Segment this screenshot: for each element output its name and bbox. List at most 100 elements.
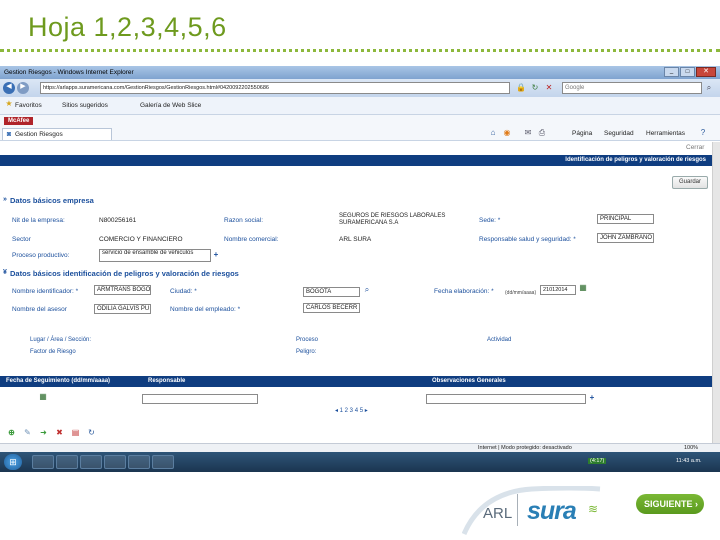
grid-pager[interactable]: ◂ 1 2 3 4 5 ▸: [335, 407, 368, 414]
section2-title: Datos básicos identificación de peligros…: [10, 269, 239, 278]
search-icon[interactable]: ⌕: [704, 83, 714, 93]
grid-add-icon[interactable]: +: [588, 393, 596, 403]
minimize-icon[interactable]: _: [664, 67, 679, 77]
status-bar: Internet | Modo protegido: desactivado 1…: [0, 443, 720, 452]
grid-col-responsable: Responsable: [148, 378, 186, 384]
delete-icon[interactable]: ✖: [54, 428, 65, 439]
menu-pagina[interactable]: Página: [572, 130, 592, 137]
menu-seguridad[interactable]: Seguridad: [604, 130, 634, 137]
ciudad-label: Ciudad: *: [170, 288, 197, 295]
favorites-link[interactable]: Favoritos: [15, 102, 42, 109]
sector-value: COMERCIO Y FINANCIERO: [99, 236, 183, 243]
stop-icon[interactable]: ✕: [544, 83, 554, 93]
windows-taskbar: ⊞ (4:17) 11:43 a.m.: [0, 452, 720, 472]
ciudad-search-icon[interactable]: ⌕: [362, 285, 372, 295]
slide-title: Hoja 1,2,3,4,5,6: [28, 12, 227, 42]
logo-sura-text: sura: [527, 497, 577, 525]
ciudad-input[interactable]: BOGOTA: [303, 287, 360, 297]
feeds-icon[interactable]: ◉: [502, 128, 512, 138]
help-icon[interactable]: ?: [698, 128, 708, 138]
sura-leaf-icon: ≋: [588, 502, 599, 516]
maximize-icon[interactable]: □: [680, 67, 695, 77]
browser-tab[interactable]: Gestion Riesgos ◙: [2, 128, 112, 140]
guardar-button[interactable]: Guardar: [672, 176, 708, 189]
taskbar-app-button[interactable]: [128, 455, 150, 469]
nit-label: Nit de la empresa:: [12, 217, 65, 224]
print-icon[interactable]: ⎙: [537, 128, 547, 138]
status-text: Internet | Modo protegido: desactivado: [478, 445, 572, 451]
grid-col-fecha: Fecha de Seguimiento (dd/mm/aaaa): [6, 378, 111, 384]
grid-calendar-icon[interactable]: ▦: [38, 392, 48, 402]
logo-arl-text: ARL: [483, 505, 513, 522]
address-bar-row: ◀ ▶ https://arlapps.suramericana.com/Ges…: [0, 79, 720, 97]
siguiente-button[interactable]: SIGUIENTE ›: [636, 494, 704, 514]
peligro-label: Peligro:: [296, 349, 317, 355]
grid-header: Fecha de Seguimiento (dd/mm/aaaa) Respon…: [0, 376, 712, 387]
search-input[interactable]: Google: [562, 82, 702, 94]
proceso-label: Proceso: [296, 337, 319, 343]
calendar-icon[interactable]: ▦: [578, 283, 588, 293]
identificador-input[interactable]: ARMTRANS BOGO: [94, 285, 151, 295]
window-titlebar: Gestion Riesgos - Windows Internet Explo…: [0, 66, 720, 79]
page-icon: ◙: [6, 131, 12, 138]
browser-tab-label: Gestion Riesgos: [15, 131, 63, 138]
sector-label: Sector: [12, 236, 31, 243]
proceso-productivo-input[interactable]: servicio de ensamble de vehiculos: [99, 249, 211, 262]
forward-icon[interactable]: ▶: [17, 82, 29, 94]
export-icon[interactable]: ➜: [38, 428, 49, 439]
fecha-input[interactable]: 21012014: [540, 285, 576, 295]
section2-arrow-icon[interactable]: ¥: [3, 269, 7, 276]
battery-indicator[interactable]: (4:17): [588, 458, 607, 464]
responsable-label: Responsable salud y seguridad: *: [479, 236, 576, 243]
sede-input[interactable]: PRINCIPAL: [597, 214, 654, 224]
taskbar-app-button-2[interactable]: [152, 455, 174, 469]
close-icon[interactable]: ✕: [696, 67, 716, 77]
search-engine-label: Google: [565, 85, 585, 91]
taskbar-explorer-button[interactable]: [32, 455, 54, 469]
cerrar-link[interactable]: Cerrar: [686, 144, 704, 151]
lugar-label: Lugar / Área / Sección:: [30, 337, 92, 343]
lock-icon[interactable]: 🔒: [516, 83, 526, 93]
tab-command-bar: McAfee Gestion Riesgos ◙ ⌂ ◉ ✉ ⎙ Página …: [0, 115, 720, 141]
url-input[interactable]: https://arlapps.suramericana.com/Gestion…: [40, 82, 510, 94]
menu-herramientas[interactable]: Herramientas: [646, 130, 685, 137]
app-header-title: Identificación de peligros y valoración …: [565, 157, 706, 163]
taskbar-chrome-button[interactable]: [104, 455, 126, 469]
fecha-hint: (dd/mm/aaaa): [505, 290, 537, 296]
title-divider: [0, 49, 720, 52]
add-icon[interactable]: +: [212, 250, 220, 260]
sede-label: Sede: *: [479, 217, 501, 224]
refresh-icon[interactable]: ↻: [530, 83, 540, 93]
window-title: Gestion Riesgos - Windows Internet Explo…: [4, 69, 134, 76]
taskbar-folder-button[interactable]: [56, 455, 78, 469]
home-icon[interactable]: ⌂: [488, 128, 498, 138]
zoom-level[interactable]: 100%: [684, 445, 698, 451]
add-row-icon[interactable]: ⊕: [6, 428, 17, 439]
start-button-icon[interactable]: ⊞: [4, 454, 22, 470]
section1-arrow-icon[interactable]: »: [3, 196, 7, 203]
taskbar-media-button[interactable]: [80, 455, 102, 469]
proceso-productivo-label: Proceso productivo:: [12, 252, 70, 259]
suggested-sites-link[interactable]: Sitios sugeridos: [62, 102, 108, 109]
grid-col-observaciones: Observaciones Generales: [432, 378, 506, 384]
grid-observaciones-input[interactable]: [426, 394, 586, 404]
edit-icon[interactable]: ✎: [22, 428, 33, 439]
actividad-label: Actividad: [487, 337, 512, 343]
grid-responsable-input[interactable]: [142, 394, 258, 404]
page-scrollbar[interactable]: [712, 142, 720, 452]
app-header-bar: Identificación de peligros y valoración …: [0, 155, 712, 166]
star-icon[interactable]: ★: [4, 99, 14, 111]
document-icon[interactable]: ▤: [70, 428, 81, 439]
refresh-data-icon[interactable]: ↻: [86, 428, 97, 439]
empleado-input[interactable]: CARLOS BECERR: [303, 303, 360, 313]
mcafee-button[interactable]: McAfee: [4, 117, 34, 125]
back-icon[interactable]: ◀: [3, 82, 15, 94]
web-slice-link[interactable]: Galería de Web Slice: [140, 102, 201, 109]
asesor-input[interactable]: ODILIA GALVIS PU: [94, 304, 151, 314]
responsable-input[interactable]: JOHN ZAMBRANO: [597, 233, 654, 243]
chevron-right-icon: ›: [695, 499, 698, 509]
clock[interactable]: 11:43 a.m.: [676, 458, 702, 464]
identificador-label: Nombre identificador: *: [12, 288, 79, 295]
factor-label: Factor de Riesgo: [30, 349, 76, 355]
mail-icon[interactable]: ✉: [523, 128, 533, 138]
